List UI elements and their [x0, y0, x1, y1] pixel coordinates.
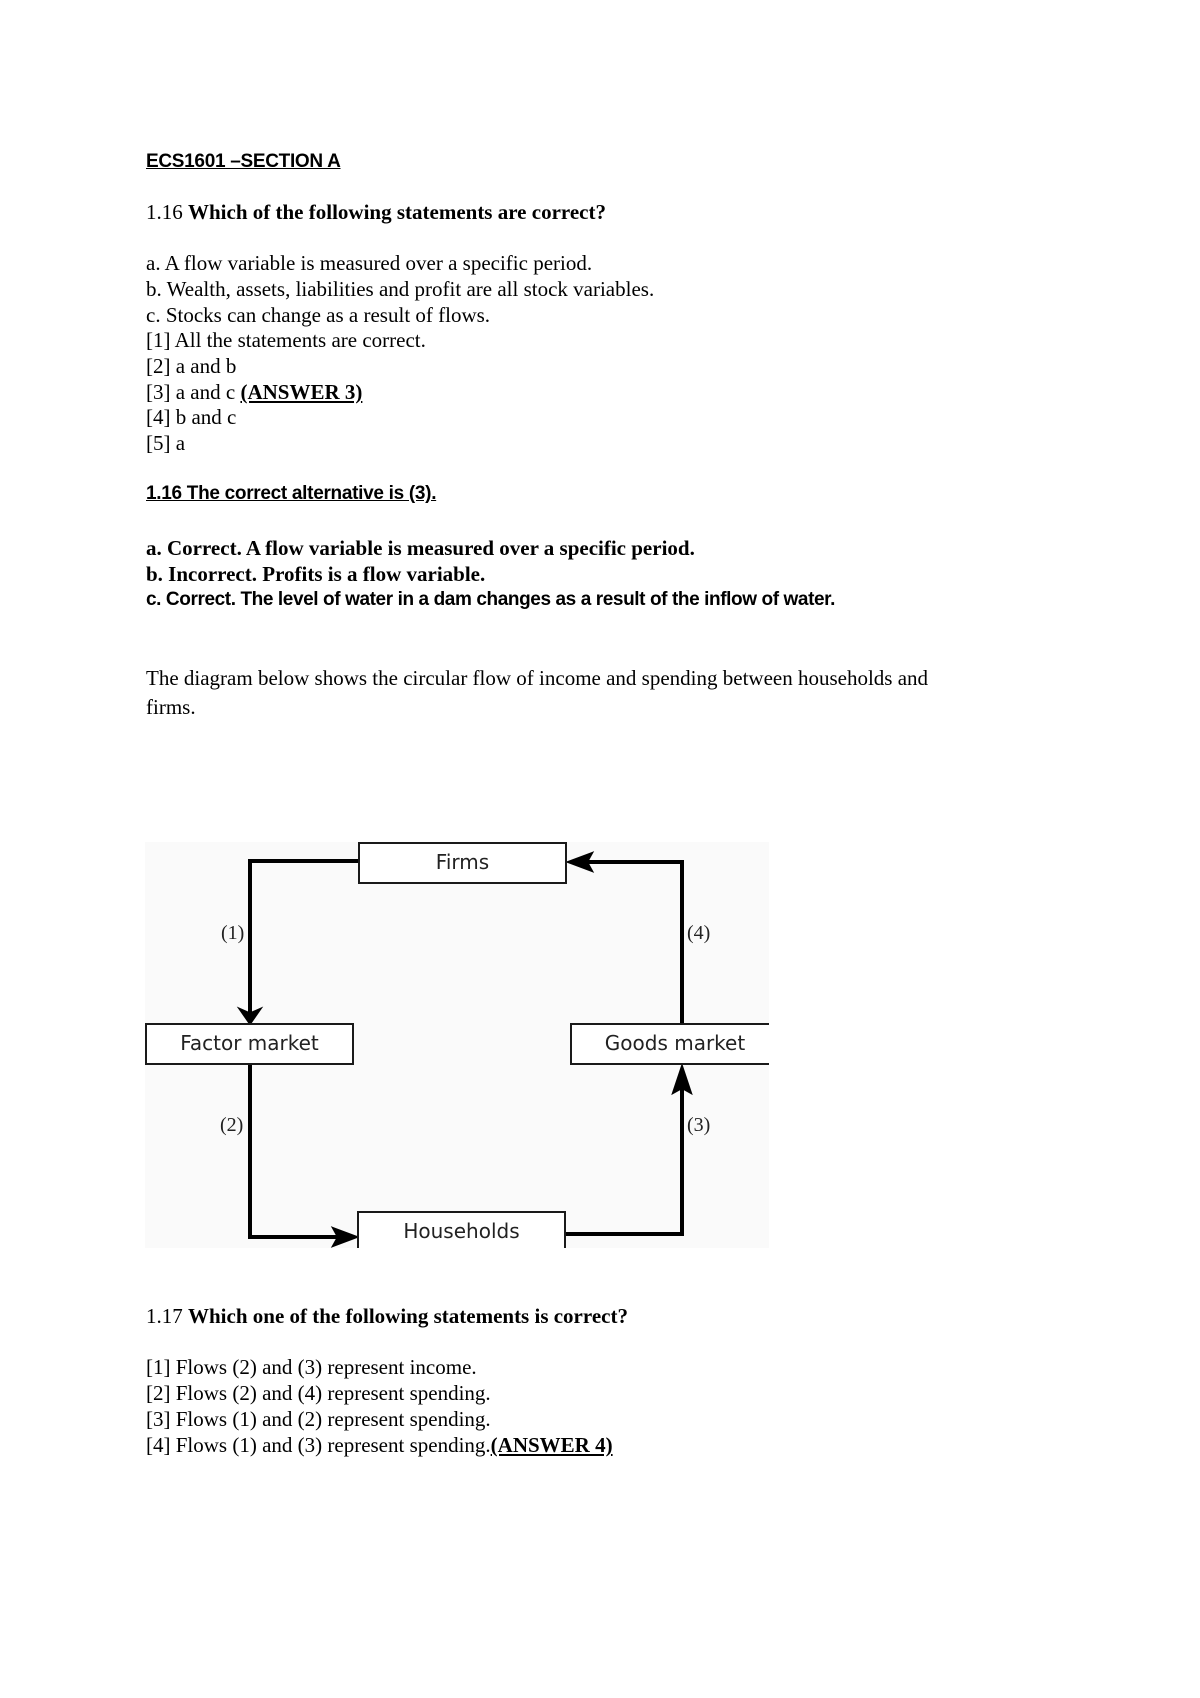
q117-option-2: [2] Flows (2) and (4) represent spending… [146, 1381, 491, 1405]
question-text: Which one of the following statements is… [188, 1304, 628, 1328]
flow-3-line [564, 1077, 684, 1236]
section-heading: ECS1601 –SECTION A [146, 151, 341, 172]
question-1-16: 1.16 Which of the following statements a… [146, 198, 606, 226]
flow-3-arrow [564, 1062, 693, 1236]
question-number: 1.17 [146, 1304, 183, 1328]
goods-market-node: Goods market [570, 1023, 769, 1065]
option-2: [2] a and b [146, 354, 237, 378]
option-label: [3] a and c [146, 380, 241, 404]
firms-node: Firms [358, 842, 567, 884]
flow-1-line [248, 859, 358, 1021]
explanation-a: a. Correct. A flow variable is measured … [146, 536, 695, 560]
q117-option-3: [3] Flows (1) and (2) represent spending… [146, 1407, 491, 1431]
circular-flow-diagram: Firms Factor market Goods market Househo… [145, 842, 769, 1248]
flow-4-line [580, 860, 684, 1023]
question-text: Which of the following statements are co… [188, 200, 606, 224]
option-label: [4] Flows (1) and (3) represent spending… [146, 1433, 491, 1457]
explanation-c: c. Correct. The level of water in a dam … [146, 589, 835, 610]
flow-1-label: (1) [221, 922, 245, 944]
question-number: 1.16 [146, 200, 183, 224]
q117-option-1: [1] Flows (2) and (3) represent income. [146, 1355, 477, 1379]
question-1-17: 1.17 Which one of the following statemen… [146, 1302, 628, 1330]
flow-2-arrow [248, 1064, 360, 1248]
diagram-intro-line-1: The diagram below shows the circular flo… [146, 666, 929, 690]
answer-tag: (ANSWER 3) [240, 380, 363, 404]
flow-2-line [248, 1064, 345, 1239]
explanation-b: b. Incorrect. Profits is a flow variable… [146, 562, 486, 586]
flow-4-label: (4) [687, 922, 711, 944]
factor-market-node: Factor market [145, 1023, 354, 1065]
statement-b: b. Wealth, assets, liabilities and profi… [146, 277, 655, 301]
solution-heading: 1.16 The correct alternative is (3). [146, 483, 437, 504]
flow-4-arrow [565, 851, 684, 1023]
statement-c: c. Stocks can change as a result of flow… [146, 303, 491, 327]
households-node: Households [357, 1211, 566, 1248]
option-1: [1] All the statements are correct. [146, 328, 426, 352]
flow-3-label: (3) [687, 1114, 711, 1136]
q117-option-4: [4] Flows (1) and (3) represent spending… [146, 1431, 613, 1459]
flow-1-arrow [236, 859, 358, 1026]
flow-3-arrowhead [671, 1062, 693, 1096]
statement-a: a. A flow variable is measured over a sp… [146, 251, 593, 275]
option-3: [3] a and c (ANSWER 3) [146, 378, 362, 406]
option-5: [5] a [146, 431, 186, 455]
flow-2-label: (2) [220, 1114, 244, 1136]
option-4: [4] b and c [146, 405, 237, 429]
answer-tag: (ANSWER 4) [490, 1433, 613, 1457]
diagram-intro-line-2: firms. [146, 695, 196, 719]
